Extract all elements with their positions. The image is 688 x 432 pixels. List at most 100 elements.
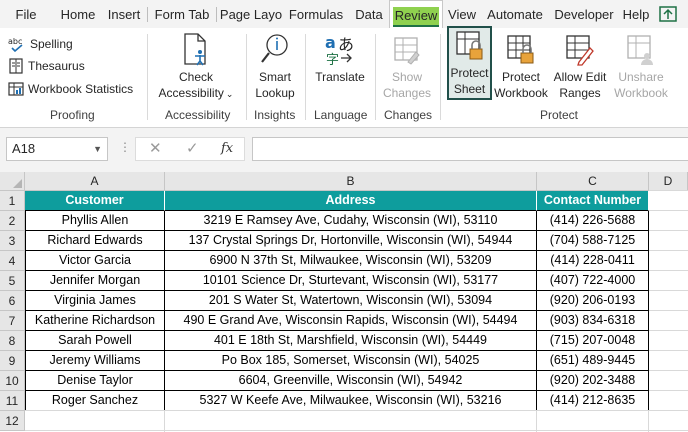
- translate-button[interactable]: a あ 字 Translate: [310, 32, 370, 85]
- protect-sheet-label-1: Protect: [450, 66, 489, 80]
- tab-developer[interactable]: Developer: [552, 0, 616, 28]
- table-cell[interactable]: Katherine Richardson: [25, 311, 165, 331]
- gridline: [25, 410, 688, 411]
- table-cell[interactable]: 137 Crystal Springs Dr, Hortonville, Wis…: [165, 231, 537, 251]
- gridline: [649, 330, 688, 331]
- translate-icon: a あ 字: [325, 33, 354, 66]
- table-cell[interactable]: 5327 W Keefe Ave, Milwaukee, Wisconsin (…: [165, 391, 537, 411]
- table-cell[interactable]: (414) 228-0411: [537, 251, 649, 271]
- share-icon[interactable]: [657, 3, 679, 25]
- row-header-11[interactable]: 11: [0, 391, 25, 411]
- table-cell[interactable]: 3219 E Ramsey Ave, Cudahy, Wisconsin (WI…: [165, 211, 537, 231]
- table-cell[interactable]: (651) 489-9445: [537, 351, 649, 371]
- tab-page-layout[interactable]: Page Layo: [219, 0, 283, 28]
- column-header-c[interactable]: C: [537, 172, 649, 191]
- tab-view[interactable]: View: [446, 0, 478, 28]
- insights-group-label: Insights: [254, 108, 296, 122]
- smart-lookup-label-2: Lookup: [255, 86, 295, 100]
- table-cell[interactable]: (903) 834-6318: [537, 311, 649, 331]
- column-header-d[interactable]: D: [649, 172, 688, 191]
- column-header-a[interactable]: A: [25, 172, 165, 191]
- table-cell[interactable]: Jeremy Williams: [25, 351, 165, 371]
- tab-formulas[interactable]: Formulas: [287, 0, 345, 28]
- cancel-icon[interactable]: ✕: [149, 138, 162, 160]
- table-cell[interactable]: 10101 Science Dr, Sturtevant, Wisconsin …: [165, 271, 537, 291]
- row-header-3[interactable]: 3: [0, 231, 25, 251]
- table-cell[interactable]: 6604, Greenville, Wisconsin (WI), 54942: [165, 371, 537, 391]
- row-header-8[interactable]: 8: [0, 331, 25, 351]
- gridline: [649, 290, 688, 291]
- table-cell[interactable]: 490 E Grand Ave, Wisconsin Rapids, Wisco…: [165, 311, 537, 331]
- gridline: [649, 350, 688, 351]
- name-box[interactable]: A18 ▼: [6, 137, 108, 161]
- tab-data[interactable]: Data: [352, 0, 386, 28]
- allow-edit-ranges-icon: [566, 35, 594, 66]
- table-cell[interactable]: Victor Garcia: [25, 251, 165, 271]
- table-cell[interactable]: (920) 206-0193: [537, 291, 649, 311]
- table-cell[interactable]: (414) 212-8635: [537, 391, 649, 411]
- table-cell[interactable]: Denise Taylor: [25, 371, 165, 391]
- protect-sheet-button[interactable]: Protect Sheet: [447, 26, 492, 100]
- unshare-workbook-icon: [627, 35, 653, 65]
- row-header-4[interactable]: 4: [0, 251, 25, 271]
- chevron-down-icon[interactable]: ▼: [93, 138, 102, 160]
- protect-workbook-label-2: Workbook: [494, 86, 548, 100]
- show-changes-button[interactable]: Show Changes: [380, 32, 434, 101]
- table-cell[interactable]: (704) 588-7125: [537, 231, 649, 251]
- enter-icon[interactable]: ✓: [186, 138, 199, 160]
- table-header-cell[interactable]: Address: [165, 191, 537, 211]
- smart-lookup-label-1: Smart: [258, 70, 291, 84]
- protect-workbook-icon: [507, 35, 534, 64]
- row-header-7[interactable]: 7: [0, 311, 25, 331]
- row-header-9[interactable]: 9: [0, 351, 25, 371]
- table-cell[interactable]: Roger Sanchez: [25, 391, 165, 411]
- gridline: [649, 250, 688, 251]
- tab-review[interactable]: Review: [389, 0, 443, 29]
- proofing-group-label: Proofing: [50, 108, 95, 122]
- workbook-statistics-button[interactable]: Workbook Statistics: [8, 79, 133, 99]
- select-all-corner[interactable]: [0, 172, 25, 191]
- formula-input[interactable]: [252, 137, 688, 161]
- table-cell[interactable]: Virginia James: [25, 291, 165, 311]
- allow-edit-ranges-button[interactable]: Allow Edit Ranges: [550, 32, 610, 101]
- table-cell[interactable]: Richard Edwards: [25, 231, 165, 251]
- spelling-button[interactable]: abc Spelling: [8, 34, 73, 54]
- row-header-10[interactable]: 10: [0, 371, 25, 391]
- formula-bar-resize-handle[interactable]: ⋮: [119, 140, 131, 154]
- protect-group-label: Protect: [540, 108, 579, 122]
- table-header-cell[interactable]: Customer: [25, 191, 165, 211]
- tab-form[interactable]: Form Tab: [151, 0, 213, 28]
- row-header-6[interactable]: 6: [0, 291, 25, 311]
- tab-help[interactable]: Help: [621, 0, 651, 28]
- table-cell[interactable]: (407) 722-4000: [537, 271, 649, 291]
- table-cell[interactable]: Sarah Powell: [25, 331, 165, 351]
- thesaurus-button[interactable]: Thesaurus: [8, 56, 85, 76]
- table-cell[interactable]: (920) 202-3488: [537, 371, 649, 391]
- table-cell[interactable]: 201 S Water St, Watertown, Wisconsin (WI…: [165, 291, 537, 311]
- smart-lookup-button[interactable]: Smart Lookup: [250, 32, 300, 101]
- table-cell[interactable]: Phyllis Allen: [25, 211, 165, 231]
- column-header-b[interactable]: B: [165, 172, 537, 191]
- tab-file[interactable]: File: [13, 0, 39, 28]
- tab-insert[interactable]: Insert: [104, 0, 144, 28]
- check-accessibility-button[interactable]: Check Accessibility ⌄: [152, 32, 240, 102]
- table-cell[interactable]: Jennifer Morgan: [25, 271, 165, 291]
- table-cell[interactable]: (715) 207-0048: [537, 331, 649, 351]
- protect-workbook-button[interactable]: Protect Workbook: [494, 32, 548, 101]
- table-cell[interactable]: (414) 226-5688: [537, 211, 649, 231]
- row-header-2[interactable]: 2: [0, 211, 25, 231]
- row-header-1[interactable]: 1: [0, 191, 25, 211]
- tab-home[interactable]: Home: [56, 0, 100, 28]
- table-header-cell[interactable]: Contact Number: [537, 191, 649, 211]
- table-cell[interactable]: 6900 N 37th St, Milwaukee, Wisconsin (WI…: [165, 251, 537, 271]
- check-accessibility-label-1: Check: [178, 70, 213, 84]
- row-header-5[interactable]: 5: [0, 271, 25, 291]
- name-box-value: A18: [12, 141, 36, 156]
- insert-function-icon[interactable]: fx: [221, 138, 233, 160]
- svg-text:字: 字: [326, 53, 339, 66]
- tab-automate[interactable]: Automate: [483, 0, 547, 28]
- row-header-12[interactable]: 12: [0, 411, 25, 431]
- table-cell[interactable]: Po Box 185, Somerset, Wisconsin (WI), 54…: [165, 351, 537, 371]
- unshare-workbook-button[interactable]: Unshare Workbook: [612, 32, 670, 101]
- table-cell[interactable]: 401 E 18th St, Marshfield, Wisconsin (WI…: [165, 331, 537, 351]
